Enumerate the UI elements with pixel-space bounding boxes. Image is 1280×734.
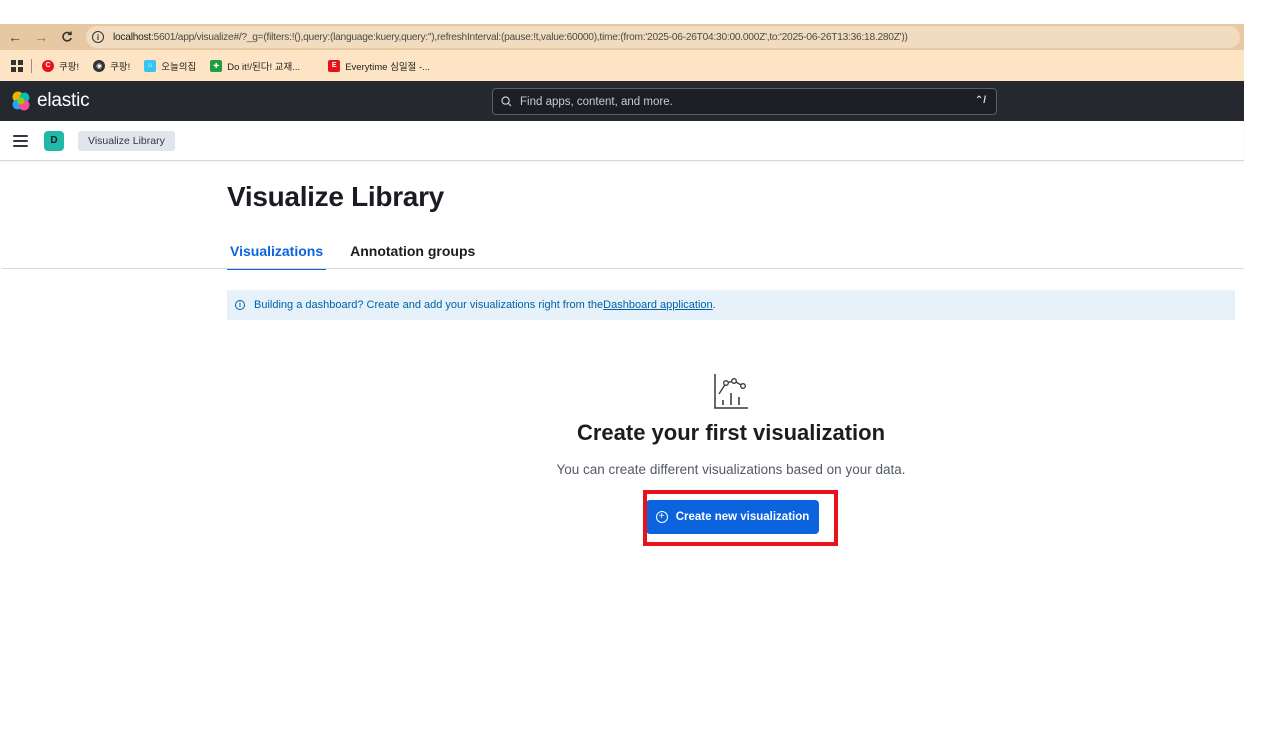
info-icon: i [235,300,245,310]
bookmark-item[interactable]: ✚ Do it!/된다! 교재... [210,59,300,73]
bookmark-item[interactable]: E Everytime 심일절 -... [328,59,430,73]
bookmark-label: 쿠팡! [59,61,80,73]
callout-suffix: . [712,299,716,311]
visualize-app-icon [714,374,748,409]
bookmark-label: 쿠팡! [110,61,131,73]
bookmark-label: Everytime 심일절 -... [345,61,431,73]
globe-icon: ◉ [93,59,106,72]
menu-toggle-icon[interactable] [13,134,28,147]
create-new-visualization-button[interactable]: + Create new visualization [646,500,819,534]
bookmarks-divider [31,58,32,73]
address-bar[interactable]: i localhost:5601/app/visualize#/?_g=(fil… [86,26,1240,48]
tab-annotation-groups[interactable]: Annotation groups [347,240,478,270]
bookmark-item[interactable]: C 쿠팡! [42,59,79,73]
bookmark-item[interactable]: ◉ 쿠팡! [93,59,130,73]
library-tabs: Visualizations Annotation groups [227,240,499,270]
everytime-icon: E [328,59,341,72]
bookmark-label: Do it!/된다! 교재... [227,61,301,73]
search-shortcut-badge: ⌃/ [974,95,986,106]
window-top-strip [0,0,1280,24]
url-text: localhost:5601/app/visualize#/?_g=(filte… [113,32,908,43]
url-host: localhost [113,31,151,43]
page-title: Visualize Library [227,181,444,212]
tab-visualizations[interactable]: Visualizations [227,240,327,270]
tabs-divider [2,268,1244,269]
book-icon: ✚ [210,59,223,72]
elastic-header: elastic Find apps, content, and more. ⌃/ [0,81,1244,121]
house-icon: ⌂ [144,59,157,72]
back-icon[interactable]: ← [4,26,26,48]
bookmark-item[interactable]: ⌂ 오늘의집 [144,59,196,73]
url-path: :5601/app/visualize#/?_g=(filters:!(),qu… [150,31,908,43]
search-placeholder: Find apps, content, and more. [520,95,673,108]
dashboard-application-link[interactable]: Dashboard application [603,299,712,311]
apps-grid-icon[interactable] [11,59,23,72]
coupang-icon: C [42,59,54,72]
plus-in-circle-icon: + [655,511,668,523]
global-search-input[interactable]: Find apps, content, and more. ⌃/ [492,88,997,115]
create-button-label: Create new visualization [675,511,810,523]
empty-state-title: Create your first visualization [576,420,886,445]
site-info-icon[interactable]: i [92,31,104,43]
elastic-logo-icon [12,91,30,111]
app-subheader: D Visualize Library [0,121,1244,161]
breadcrumb[interactable]: Visualize Library [78,130,175,151]
empty-state-body: You can create different visualizations … [556,462,906,477]
reload-icon[interactable] [56,26,78,48]
forward-icon[interactable]: → [30,26,52,48]
elastic-logo-text: elastic [37,90,90,111]
search-icon [501,96,512,107]
browser-toolbar: ← → i localhost:5601/app/visualize#/?_g=… [0,24,1244,50]
bookmark-label: 오늘의집 [161,61,197,73]
bookmarks-bar: C 쿠팡! ◉ 쿠팡! ⌂ 오늘의집 ✚ Do it!/된다! 교재... E Everytime… [0,50,1244,81]
elastic-logo[interactable]: elastic [10,90,90,112]
dashboard-info-callout: i Building a dashboard? Create and add y… [227,290,1235,320]
space-selector-avatar[interactable]: D [44,130,64,151]
callout-text: Building a dashboard? Create and add you… [254,299,604,311]
